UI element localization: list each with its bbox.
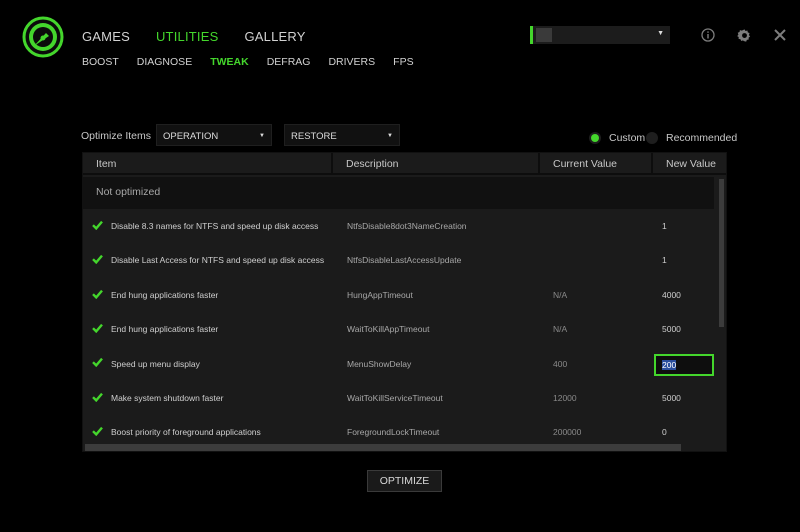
new-value-input[interactable]: 200 (654, 353, 714, 376)
table-row[interactable]: End hung applications faster HungAppTimeo… (83, 278, 714, 312)
scrollbar-thumb[interactable] (85, 444, 681, 451)
row-new-value[interactable]: 4000 (662, 278, 717, 312)
radio-button-selected[interactable] (589, 132, 601, 144)
row-current-value: N/A (553, 324, 568, 335)
selected-text: 200 (662, 359, 677, 370)
chevron-down-icon: ▼ (259, 133, 265, 139)
subtab-defrag[interactable]: DEFRAG (267, 56, 311, 68)
column-header-description[interactable]: Description (333, 153, 540, 175)
row-description: HungAppTimeout (347, 289, 413, 300)
row-item-name: Disable Last Access for NTFS and speed u… (111, 255, 325, 266)
gear-icon[interactable] (735, 26, 753, 44)
group-header: Not optimized (83, 177, 714, 209)
row-description: WaitToKillAppTimeout (347, 324, 430, 335)
table-row[interactable]: Speed up menu display MenuShowDelay 400 200 (83, 347, 714, 381)
tweak-table: Item Description Current Value New Value… (82, 152, 727, 452)
row-item-name: Make system shutdown faster (111, 393, 224, 403)
check-icon[interactable] (92, 347, 110, 381)
main-nav: GAMES UTILITIES GALLERY (82, 29, 332, 44)
scrollbar-thumb[interactable] (719, 179, 724, 327)
table-row[interactable]: End hung applications faster WaitToKillAp… (83, 312, 714, 346)
table-header: Item Description Current Value New Value (83, 153, 726, 175)
row-description: MenuShowDelay (347, 358, 412, 369)
tab-utilities[interactable]: UTILITIES (156, 29, 218, 44)
row-item-name: End hung applications faster (111, 324, 219, 335)
column-header-new-value[interactable]: New Value (653, 153, 726, 175)
optimize-items-label: Optimize Items (81, 130, 152, 142)
subtab-boost[interactable]: BOOST (82, 56, 119, 68)
row-new-value[interactable]: 5000 (662, 381, 717, 415)
chevron-down-icon: ▼ (387, 133, 393, 139)
table-row[interactable]: Disable Last Access for NTFS and speed u… (83, 243, 714, 277)
info-icon[interactable] (699, 26, 717, 44)
row-current-value (553, 243, 648, 277)
subtab-tweak[interactable]: TWEAK (210, 56, 249, 68)
radio-recommended-label: Recommended (666, 132, 738, 144)
subtab-fps[interactable]: FPS (393, 56, 413, 68)
avatar (536, 28, 552, 42)
row-item-name: Disable 8.3 names for NTFS and speed up … (111, 221, 319, 231)
table-row[interactable]: Disable 8.3 names for NTFS and speed up … (83, 209, 714, 243)
chevron-down-icon: ▼ (657, 30, 664, 37)
table-row[interactable]: Make system shutdown faster WaitToKillSer… (83, 381, 714, 415)
check-icon[interactable] (92, 243, 110, 277)
row-new-value[interactable]: 1 (662, 209, 717, 243)
check-icon[interactable] (92, 312, 110, 346)
row-description: NtfsDisableLastAccessUpdate (347, 255, 462, 266)
close-icon[interactable] (771, 26, 789, 44)
column-header-current-value[interactable]: Current Value (540, 153, 653, 175)
optimize-button[interactable]: OPTIMIZE (367, 470, 442, 492)
tab-games[interactable]: GAMES (82, 29, 130, 44)
column-header-item[interactable]: Item (83, 153, 333, 175)
subtab-diagnose[interactable]: DIAGNOSE (137, 56, 192, 68)
row-description: NtfsDisable8dot3NameCreation (347, 221, 467, 231)
horizontal-scrollbar[interactable] (83, 442, 726, 451)
restore-dropdown[interactable]: RESTORE ▼ (284, 124, 400, 146)
row-current-value (553, 209, 648, 243)
radio-recommended[interactable]: Recommended (646, 132, 737, 144)
row-current-value: 400 (553, 358, 568, 369)
row-new-value[interactable]: 5000 (662, 312, 717, 346)
operation-value: OPERATION (163, 131, 219, 142)
profile-dropdown[interactable]: ▼ (530, 26, 670, 44)
row-description: WaitToKillServiceTimeout (347, 393, 443, 403)
row-current-value: 12000 (553, 393, 577, 403)
restore-value: RESTORE (291, 131, 337, 142)
radio-custom-label: Custom (609, 132, 646, 144)
sub-nav: BOOST DIAGNOSE TWEAK DEFRAG DRIVERS FPS (82, 56, 432, 68)
tab-gallery[interactable]: GALLERY (244, 29, 305, 44)
app-logo (22, 16, 64, 58)
subtab-drivers[interactable]: DRIVERS (328, 56, 375, 68)
radio-button[interactable] (646, 132, 658, 144)
vertical-scrollbar[interactable] (716, 177, 726, 443)
row-new-value[interactable]: 1 (662, 243, 717, 277)
check-icon[interactable] (92, 381, 110, 415)
check-icon[interactable] (92, 209, 110, 243)
row-item-name: Speed up menu display (111, 358, 200, 369)
radio-custom[interactable]: Custom (589, 132, 645, 144)
row-item-name: End hung applications faster (111, 289, 219, 300)
row-current-value: N/A (553, 289, 568, 300)
check-icon[interactable] (92, 278, 110, 312)
operation-dropdown[interactable]: OPERATION ▼ (156, 124, 272, 146)
